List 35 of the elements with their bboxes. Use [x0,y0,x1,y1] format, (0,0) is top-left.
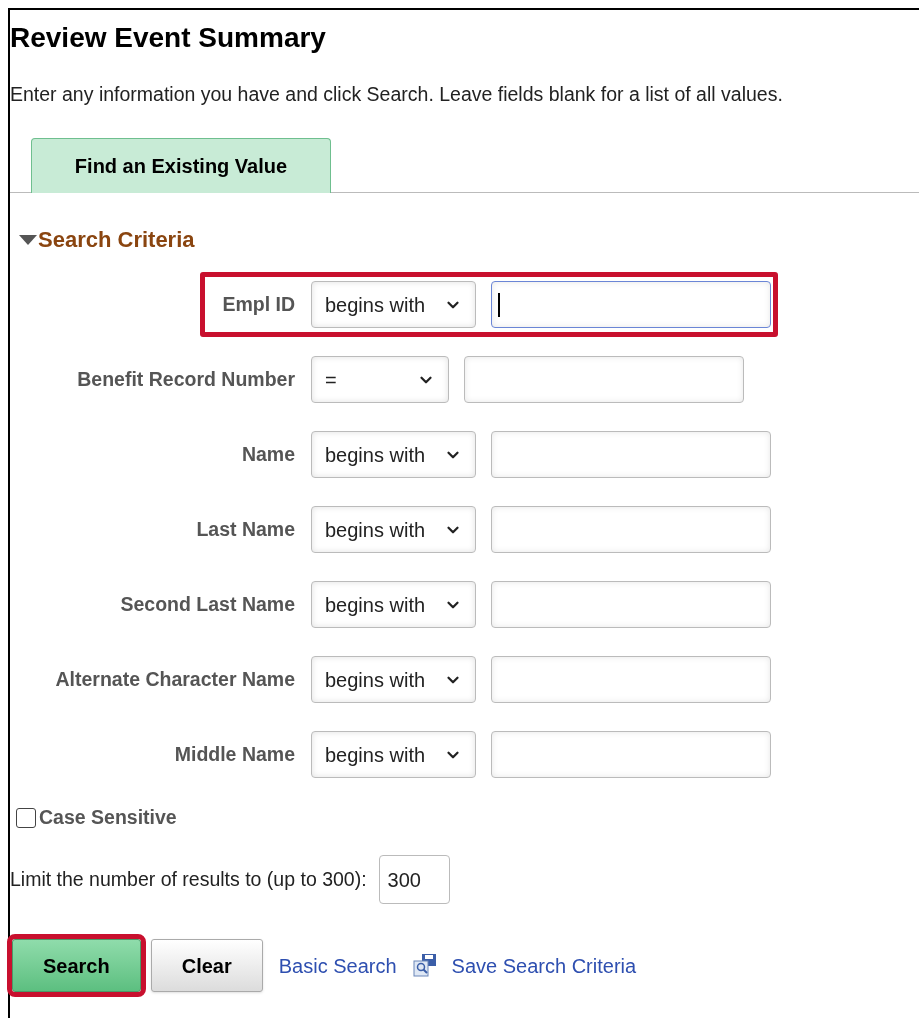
operator-select[interactable]: begins with [311,506,476,553]
input-field[interactable] [491,281,771,328]
operator-select[interactable]: begins with [311,431,476,478]
field-label: Benefit Record Number [76,366,295,392]
input-field[interactable] [491,731,771,778]
input-field[interactable] [491,431,771,478]
field-label: Last Name [195,516,295,542]
input-field[interactable] [464,356,744,403]
field-label: Name [240,441,295,467]
link[interactable]: Basic Search [278,950,397,981]
field-label: Alternate Character Name [54,666,295,692]
save-search-icon [412,952,439,979]
operator-select[interactable]: begins with [311,281,476,328]
text-cursor [498,292,500,317]
input-field[interactable] [491,506,771,553]
operator-select[interactable]: begins with [311,731,476,778]
clear-button[interactable]: Clear [150,939,263,993]
tab[interactable]: Find an Existing Value [31,138,331,193]
operator-select[interactable]: begins with [311,656,476,703]
checkbox[interactable] [16,807,36,828]
page-title: Review Event Summary [10,22,326,54]
link[interactable]: Save Search Criteria [451,950,637,981]
collapse-triangle-icon[interactable] [18,233,38,246]
checkbox-label[interactable]: Case Sensitive [39,803,177,833]
limit-label: Limit the number of results to (up to 300): [10,867,367,893]
instructions-text: Enter any information you have and click Search. Leave fields blank for a list of all values. [10,82,783,106]
input-field[interactable] [491,656,771,703]
operator-select[interactable]: = [311,356,449,403]
operator-select[interactable]: begins with [311,581,476,628]
field-label: Middle Name [173,741,295,767]
field-label: Empl ID [221,291,295,317]
limit-field[interactable]: 300 [378,855,450,905]
input-field[interactable] [491,581,771,628]
section-title[interactable]: Search Criteria [38,223,195,256]
field-label: Second Last Name [119,591,295,617]
